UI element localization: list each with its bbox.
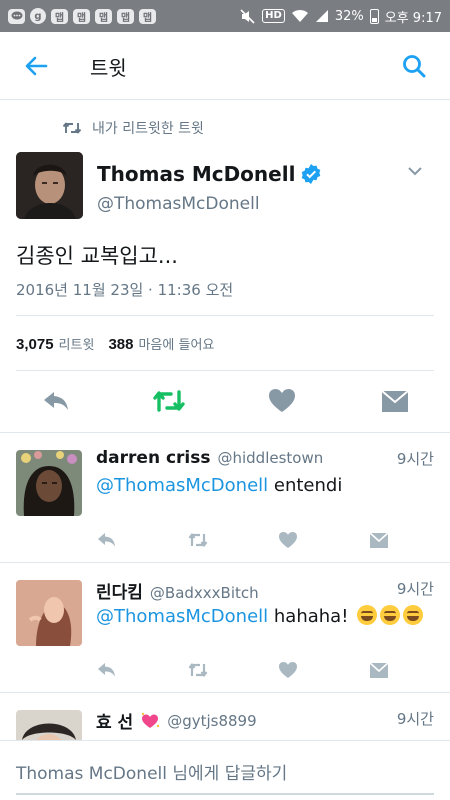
reply-actions (96, 529, 396, 551)
app-icon: 맵 (139, 8, 156, 24)
profile-photo (16, 710, 82, 741)
app-bar: 트윗 (0, 32, 450, 100)
avatar[interactable] (16, 710, 82, 741)
g-icon: g (30, 8, 46, 24)
direct-message-icon[interactable] (368, 659, 390, 681)
reply-header: 효 선 @gytjs8899 (96, 708, 257, 734)
retweet-icon[interactable] (187, 659, 209, 681)
system-icons: HD 32% 오후 9:17 (240, 7, 442, 26)
laughing-emoji-icon (380, 605, 401, 625)
reply-body: entendi (268, 475, 343, 496)
profile-photo (16, 580, 82, 646)
laughing-emoji-icon (403, 605, 424, 625)
hd-badge: HD (262, 9, 285, 23)
reply-icon[interactable] (41, 386, 71, 416)
mention-link[interactable]: @ThomasMcDonell (96, 475, 268, 496)
reply-tweet[interactable]: 효 선 @gytjs8899 9시간 (0, 693, 450, 741)
reply-icon[interactable] (96, 659, 118, 681)
reply-author-handle[interactable]: @BadxxxBitch (150, 584, 259, 602)
laughing-emoji-icon (357, 605, 378, 625)
input-underline (16, 793, 434, 795)
direct-message-icon[interactable] (368, 529, 390, 551)
tweet-actions (0, 380, 450, 424)
retweet-context: 내가 리트윗한 트윗 (62, 118, 204, 138)
clock: 오후 9:17 (384, 10, 442, 26)
search-icon[interactable] (400, 52, 428, 80)
app-icon: 맵 (73, 8, 90, 24)
profile-photo (16, 450, 82, 516)
page-title: 트윗 (90, 56, 127, 80)
profile-photo (16, 152, 83, 219)
reply-placeholder-suffix: 님에게 답글하기 (166, 764, 288, 784)
battery-percent: 32% (334, 8, 364, 24)
heart-icon[interactable] (277, 659, 299, 681)
avatar[interactable] (16, 450, 82, 516)
app-icon: 맵 (51, 8, 68, 24)
retweet-icon[interactable] (152, 386, 186, 416)
reply-time: 9시간 (396, 450, 434, 468)
avatar[interactable] (16, 152, 83, 219)
reply-header: darren criss @hiddlestown (96, 448, 323, 468)
divider (16, 315, 434, 316)
mute-icon (240, 8, 255, 24)
mention-link[interactable]: @ThomasMcDonell (96, 606, 268, 627)
chevron-down-icon[interactable] (406, 164, 424, 178)
app-icon: 맵 (95, 8, 112, 24)
verified-badge-icon (302, 164, 321, 184)
reply-input[interactable]: Thomas McDonell 님에게 답글하기 (16, 759, 287, 784)
chat-bubble-icon (8, 8, 25, 24)
reply-tweet[interactable]: darren criss @hiddlestown 9시간 @ThomasMcD… (0, 433, 450, 561)
sparkling-heart-icon (142, 712, 160, 728)
reply-time: 9시간 (396, 580, 434, 598)
reply-text: @ThomasMcDonell hahaha! (96, 605, 424, 627)
retweet-count-label[interactable]: 리트윗 (59, 334, 95, 353)
retweet-icon (62, 122, 82, 134)
reply-target-name: Thomas McDonell (16, 764, 167, 784)
avatar[interactable] (16, 580, 82, 646)
tweet-timestamp: 2016년 11월 23일 · 11:36 오전 (16, 281, 234, 299)
notification-icons: g 맵 맵 맵 맵 맵 (8, 8, 156, 24)
reply-author-name[interactable]: 효 선 (96, 708, 133, 733)
reply-actions (96, 659, 396, 681)
reply-body: hahaha! (268, 606, 355, 627)
reply-text: @ThomasMcDonell entendi (96, 475, 342, 496)
heart-icon[interactable] (267, 386, 297, 416)
reply-time: 9시간 (396, 710, 434, 728)
direct-message-icon[interactable] (380, 386, 410, 416)
tweet-stats: 3,075 리트윗 388 마음에 들어요 (16, 334, 214, 353)
reply-composer: Thomas McDonell 님에게 답글하기 (0, 740, 450, 800)
app-icon: 맵 (117, 8, 134, 24)
back-arrow-icon[interactable] (22, 52, 50, 80)
heart-icon[interactable] (277, 529, 299, 551)
author-name[interactable]: Thomas McDonell (97, 162, 321, 186)
author-handle[interactable]: @ThomasMcDonell (97, 194, 260, 214)
reply-author-handle[interactable]: @hiddlestown (217, 449, 323, 467)
reply-header: 린다킴 @BadxxxBitch (96, 578, 259, 603)
battery-icon (369, 8, 379, 24)
retweet-count[interactable]: 3,075 (16, 336, 54, 353)
author-name-text: Thomas McDonell (97, 162, 296, 186)
retweet-icon[interactable] (187, 529, 209, 551)
reply-tweet[interactable]: 린다킴 @BadxxxBitch 9시간 @ThomasMcDonell hah… (0, 563, 450, 691)
divider (16, 370, 434, 371)
tweet-text: 김종인 교복입고... (16, 244, 178, 268)
signal-icon (315, 10, 328, 22)
like-count[interactable]: 388 (108, 336, 133, 353)
like-count-label[interactable]: 마음에 들어요 (138, 334, 214, 353)
retweet-context-label: 내가 리트윗한 트윗 (92, 121, 204, 137)
reply-author-handle[interactable]: @gytjs8899 (167, 712, 256, 730)
reply-icon[interactable] (96, 529, 118, 551)
wifi-icon (291, 9, 308, 22)
status-bar: g 맵 맵 맵 맵 맵 HD 32% 오후 9:17 (0, 0, 450, 32)
reply-author-name[interactable]: darren criss (96, 448, 210, 468)
reply-author-name[interactable]: 린다킴 (96, 578, 143, 603)
